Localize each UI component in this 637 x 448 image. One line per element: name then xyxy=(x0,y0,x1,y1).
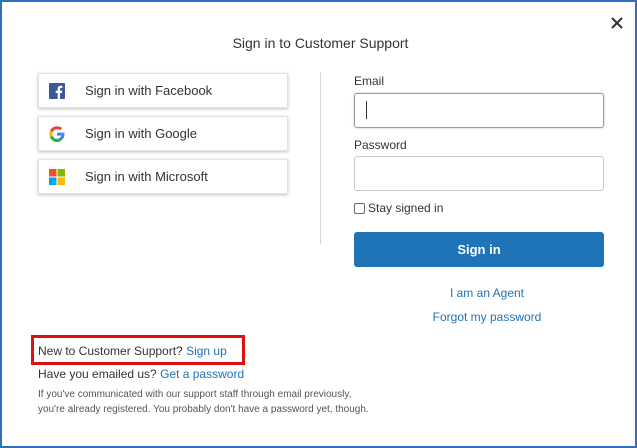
microsoft-signin-label: Sign in with Microsoft xyxy=(85,169,208,184)
password-label: Password xyxy=(354,138,407,152)
info-text: If you've communicated with our support … xyxy=(38,387,378,417)
stay-signed-in-row: Stay signed in xyxy=(354,201,443,215)
stay-signed-in-label[interactable]: Stay signed in xyxy=(368,201,443,215)
vertical-divider xyxy=(320,72,321,244)
email-label: Email xyxy=(354,74,385,88)
signup-row: New to Customer Support? Sign up xyxy=(38,344,227,358)
emailed-prompt: Have you emailed us? xyxy=(38,367,157,381)
stay-signed-in-checkbox[interactable] xyxy=(354,202,365,214)
close-button[interactable] xyxy=(608,14,626,32)
google-icon xyxy=(49,125,65,142)
microsoft-signin-button[interactable]: Sign in with Microsoft xyxy=(38,159,288,194)
forgot-password-link[interactable]: Forgot my password xyxy=(354,310,620,324)
dialog-title: Sign in to Customer Support xyxy=(232,35,409,51)
info-line-2: you're already registered. You probably … xyxy=(38,404,369,415)
agent-link[interactable]: I am an Agent xyxy=(354,286,620,300)
emailed-row: Have you emailed us? Get a password xyxy=(38,367,244,381)
info-line-1: If you've communicated with our support … xyxy=(38,389,352,400)
password-field[interactable] xyxy=(354,156,604,191)
facebook-icon xyxy=(49,82,65,99)
signin-button[interactable]: Sign in xyxy=(354,232,604,267)
signin-dialog: Sign in to Customer Support Sign in with… xyxy=(0,0,637,448)
google-signin-label: Sign in with Google xyxy=(85,126,198,141)
close-icon xyxy=(611,17,623,29)
new-user-prompt: New to Customer Support? xyxy=(38,344,183,358)
get-password-link[interactable]: Get a password xyxy=(160,367,244,381)
microsoft-icon xyxy=(49,168,65,185)
facebook-signin-label: Sign in with Facebook xyxy=(85,83,213,98)
email-field[interactable] xyxy=(354,93,604,128)
signup-link[interactable]: Sign up xyxy=(186,344,227,358)
google-signin-button[interactable]: Sign in with Google xyxy=(38,116,288,151)
facebook-signin-button[interactable]: Sign in with Facebook xyxy=(38,73,288,108)
text-cursor xyxy=(366,101,367,119)
